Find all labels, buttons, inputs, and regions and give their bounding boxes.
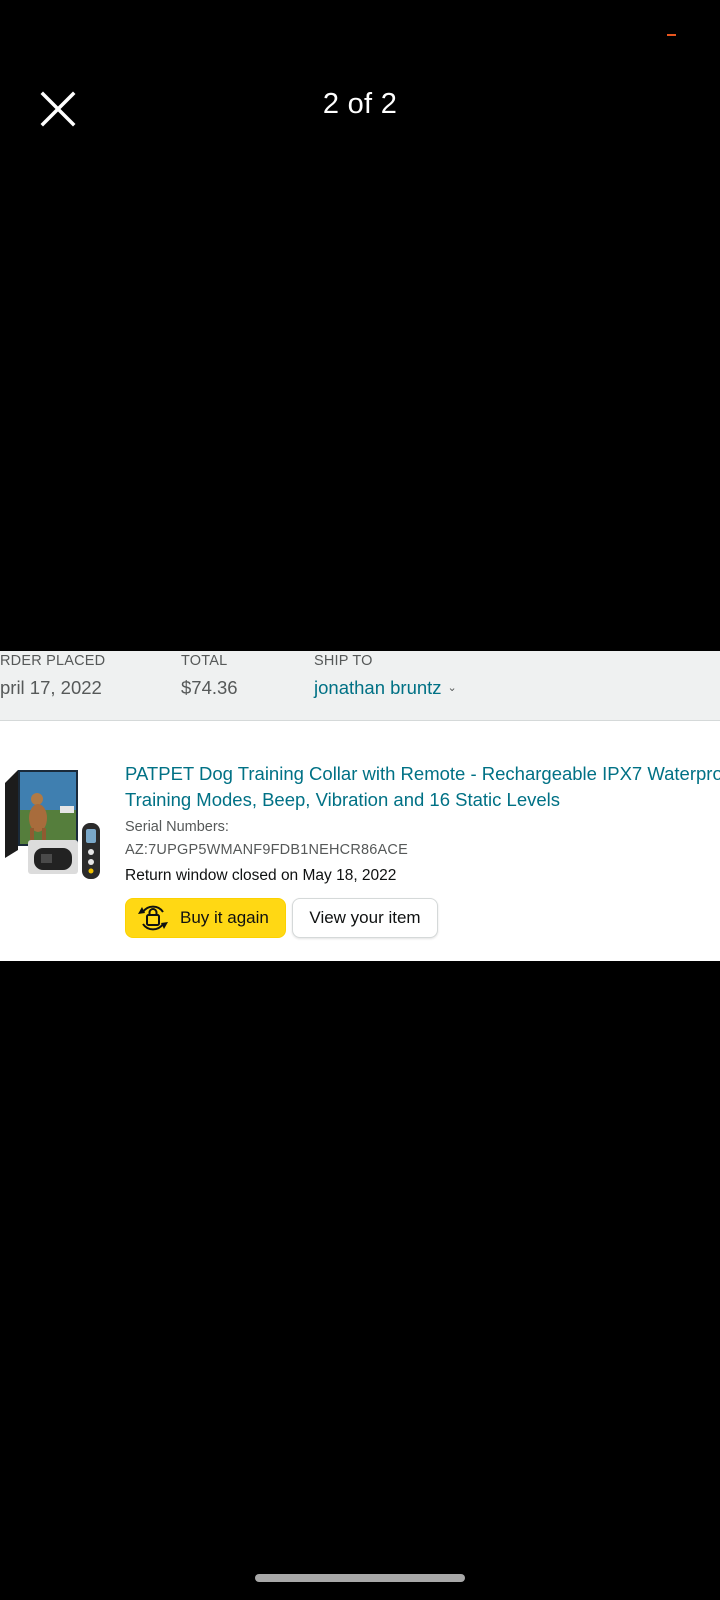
serial-numbers-label: Serial Numbers: [125,819,229,835]
ship-to-label: SHIP TO [314,653,373,669]
home-gesture-bar[interactable] [255,1574,465,1582]
return-window-status: Return window closed on May 18, 2022 [125,867,397,884]
image-counter: 2 of 2 [322,88,398,120]
buy-it-again-label: Buy it again [180,908,269,927]
order-placed-column: RDER PLACED pril 17, 2022 [0,653,105,699]
order-placed-date: pril 17, 2022 [0,677,102,698]
product-image [0,766,112,884]
item-details: PATPET Dog Training Collar with Remote -… [125,761,720,885]
view-your-item-button[interactable]: View your item [292,898,438,938]
ship-to-name: jonathan bruntz [314,677,442,698]
screenshot-image: RDER PLACED pril 17, 2022 TOTAL $74.36 S… [0,651,720,961]
order-total-value: $74.36 [181,677,238,698]
order-total-label: TOTAL [181,653,228,669]
product-title-line-2[interactable]: Training Modes, Beep, Vibration and 16 S… [125,787,720,813]
order-placed-label: RDER PLACED [0,653,106,669]
status-indicator [667,34,676,36]
order-header: RDER PLACED pril 17, 2022 TOTAL $74.36 S… [0,651,720,721]
product-title-line-1[interactable]: PATPET Dog Training Collar with Remote -… [125,761,720,787]
view-your-item-label: View your item [309,908,421,927]
order-total-column: TOTAL $74.36 [181,653,238,699]
buy-again-icon [138,905,168,931]
image-viewer: 2 of 2 RDER PLACED pril 17, 2022 TOTAL $… [0,0,720,1600]
buy-it-again-button[interactable]: Buy it again [125,898,286,938]
chevron-down-icon: ⌄ [447,682,457,694]
serial-number-value: AZ:7UPGP5WMANF9FDB1NEHCR86ACE [125,842,408,858]
ship-to-column: SHIP TO jonathan bruntz ⌄ [314,653,457,699]
ship-to-recipient: jonathan bruntz ⌄ [314,677,457,699]
